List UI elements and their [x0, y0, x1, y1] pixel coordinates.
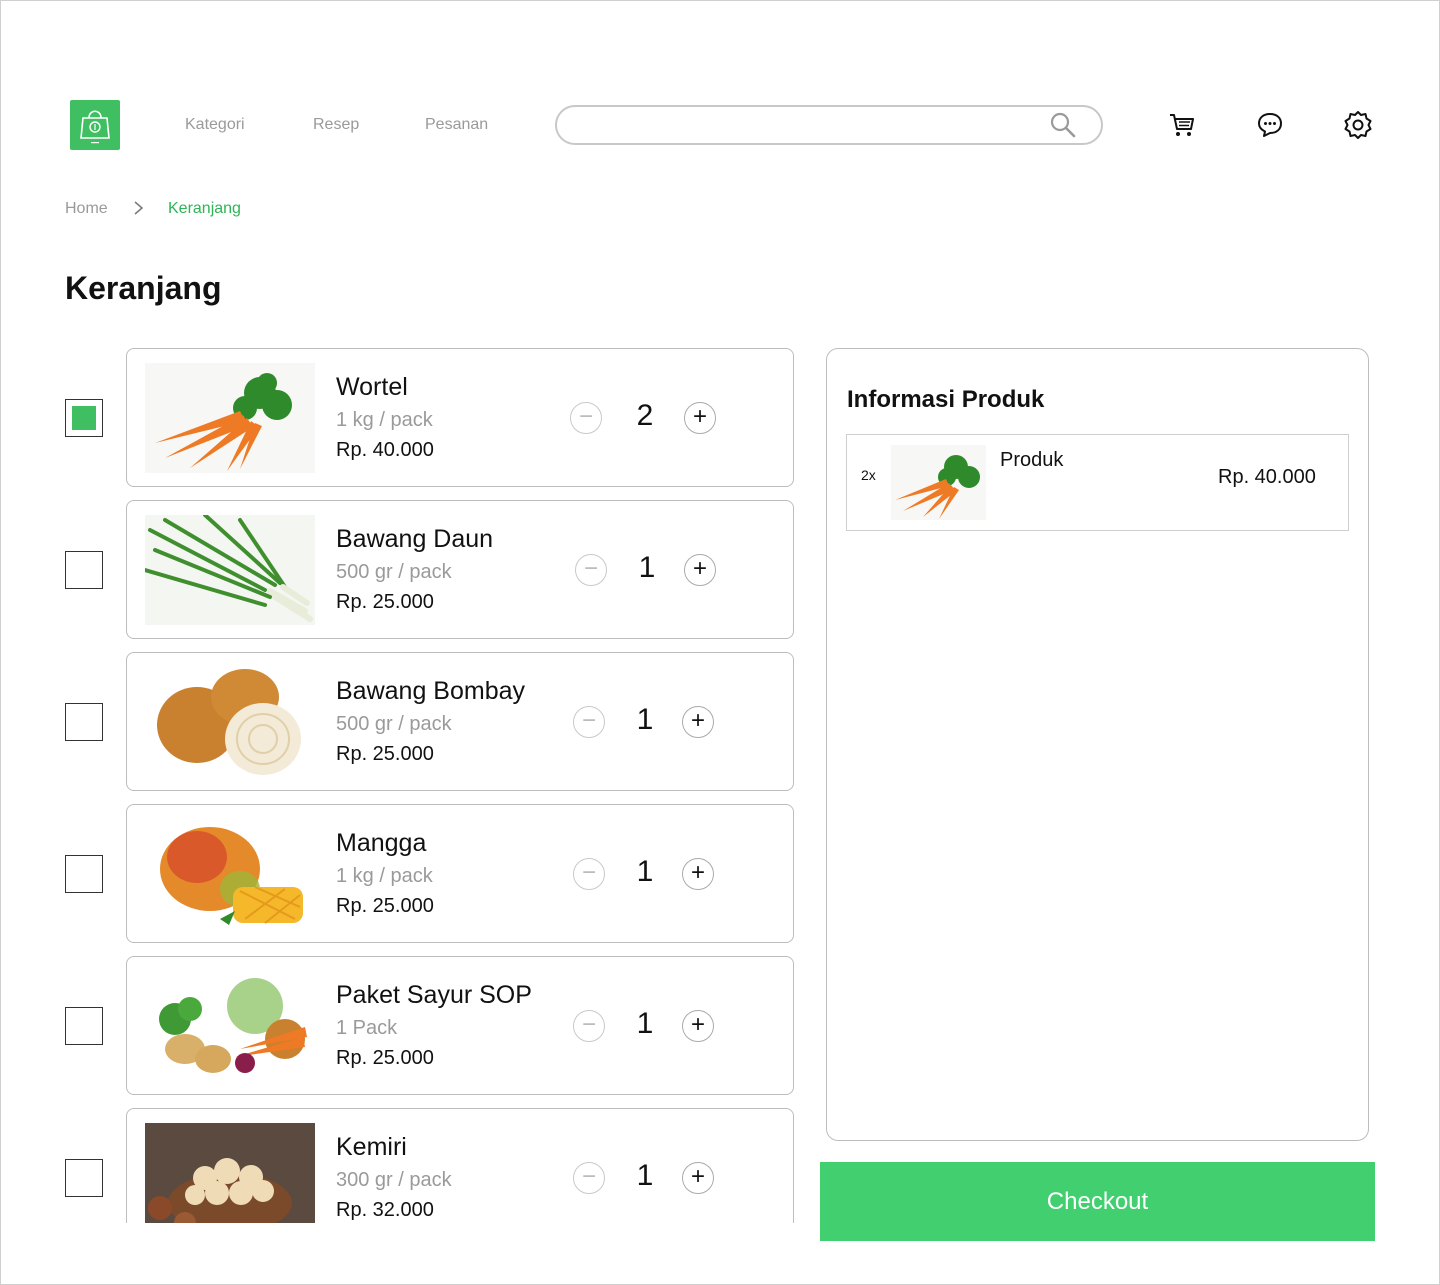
decrease-button[interactable]: − — [573, 706, 605, 738]
quantity-value: 1 — [636, 703, 654, 736]
logo[interactable] — [70, 100, 120, 150]
increase-button[interactable]: + — [682, 1162, 714, 1194]
page-title: Keranjang — [65, 270, 222, 306]
nav-pesanan[interactable]: Pesanan — [425, 116, 488, 134]
product-name: Wortel — [336, 373, 408, 401]
product-name: Paket Sayur SOP — [336, 981, 532, 1009]
item-checkbox-mangga[interactable] — [65, 855, 103, 893]
product-price: Rp. 25.000 — [336, 895, 434, 917]
chat-icon[interactable] — [1253, 108, 1287, 142]
summary-title: Informasi Produk — [847, 386, 1045, 413]
product-unit: 1 kg / pack — [336, 865, 433, 887]
quantity-value: 1 — [636, 855, 654, 888]
nav-kategori[interactable]: Kategori — [185, 116, 245, 134]
nav-resep[interactable]: Resep — [313, 116, 359, 134]
product-image-mangga — [145, 819, 315, 929]
cart-item-bawang-bombay: Bawang Bombay 500 gr / pack Rp. 25.000 −… — [126, 652, 794, 791]
breadcrumb-current: Keranjang — [168, 200, 241, 217]
item-checkbox-wortel[interactable] — [65, 399, 103, 437]
quantity-value: 1 — [636, 1007, 654, 1040]
product-price: Rp. 32.000 — [336, 1199, 434, 1221]
search-input[interactable] — [555, 105, 1103, 145]
item-checkbox-kemiri[interactable] — [65, 1159, 103, 1197]
chevron-right-icon — [134, 201, 144, 215]
settings-icon[interactable] — [1341, 108, 1375, 142]
product-image-kemiri — [145, 1123, 315, 1223]
summary-item-price: Rp. 40.000 — [1218, 466, 1316, 488]
summary-item: 2x Produk Rp. 40.000 — [846, 434, 1349, 531]
cart-item-wortel: Wortel 1 kg / pack Rp. 40.000 − 2 + — [126, 348, 794, 487]
increase-button[interactable]: + — [682, 858, 714, 890]
checkout-button[interactable]: Checkout — [820, 1162, 1375, 1241]
product-image-paket-sayur-sop — [145, 971, 315, 1081]
increase-button[interactable]: + — [684, 554, 716, 586]
cart-item-paket-sayur-sop: Paket Sayur SOP 1 Pack Rp. 25.000 − 1 + — [126, 956, 794, 1095]
decrease-button[interactable]: − — [573, 858, 605, 890]
product-name: Mangga — [336, 829, 427, 857]
increase-button[interactable]: + — [684, 402, 716, 434]
summary-item-label: Produk — [1000, 449, 1064, 471]
product-name: Kemiri — [336, 1133, 407, 1161]
item-checkbox-paket-sayur-sop[interactable] — [65, 1007, 103, 1045]
cart-item-mangga: Mangga 1 kg / pack Rp. 25.000 − 1 + — [126, 804, 794, 943]
product-unit: 1 Pack — [336, 1017, 398, 1039]
product-unit: 500 gr / pack — [336, 713, 452, 735]
decrease-button[interactable]: − — [573, 1162, 605, 1194]
product-image-bawang-daun — [145, 515, 315, 625]
cart-item-kemiri: Kemiri 300 gr / pack Rp. 32.000 − 1 + — [126, 1108, 794, 1223]
product-unit: 1 kg / pack — [336, 409, 433, 431]
increase-button[interactable]: + — [682, 1010, 714, 1042]
cart-item-bawang-daun: Bawang Daun 500 gr / pack Rp. 25.000 − 1… — [126, 500, 794, 639]
product-price: Rp. 25.000 — [336, 591, 434, 613]
increase-button[interactable]: + — [682, 706, 714, 738]
product-name: Bawang Bombay — [336, 677, 526, 705]
product-price: Rp. 40.000 — [336, 439, 434, 461]
quantity-value: 1 — [636, 1159, 654, 1192]
product-unit: 500 gr / pack — [336, 561, 452, 583]
summary-item-qty: 2x — [861, 467, 876, 483]
item-checkbox-bawang-bombay[interactable] — [65, 703, 103, 741]
decrease-button[interactable]: − — [575, 554, 607, 586]
product-price: Rp. 25.000 — [336, 1047, 434, 1069]
product-name: Bawang Daun — [336, 525, 494, 553]
cart-icon[interactable] — [1165, 108, 1199, 142]
product-unit: 300 gr / pack — [336, 1169, 452, 1191]
quantity-value: 2 — [636, 399, 654, 432]
product-image-bawang-bombay — [145, 667, 315, 777]
product-image-wortel — [145, 363, 315, 473]
search-icon[interactable] — [1048, 111, 1078, 139]
decrease-button[interactable]: − — [570, 402, 602, 434]
breadcrumb-home[interactable]: Home — [65, 200, 108, 218]
quantity-value: 1 — [638, 551, 656, 584]
summary-item-image — [891, 445, 986, 520]
decrease-button[interactable]: − — [573, 1010, 605, 1042]
cart-list: Wortel 1 kg / pack Rp. 40.000 − 2 + Bawa… — [0, 340, 820, 1223]
item-checkbox-bawang-daun[interactable] — [65, 551, 103, 589]
product-price: Rp. 25.000 — [336, 743, 434, 765]
shopping-bag-icon — [80, 110, 110, 144]
